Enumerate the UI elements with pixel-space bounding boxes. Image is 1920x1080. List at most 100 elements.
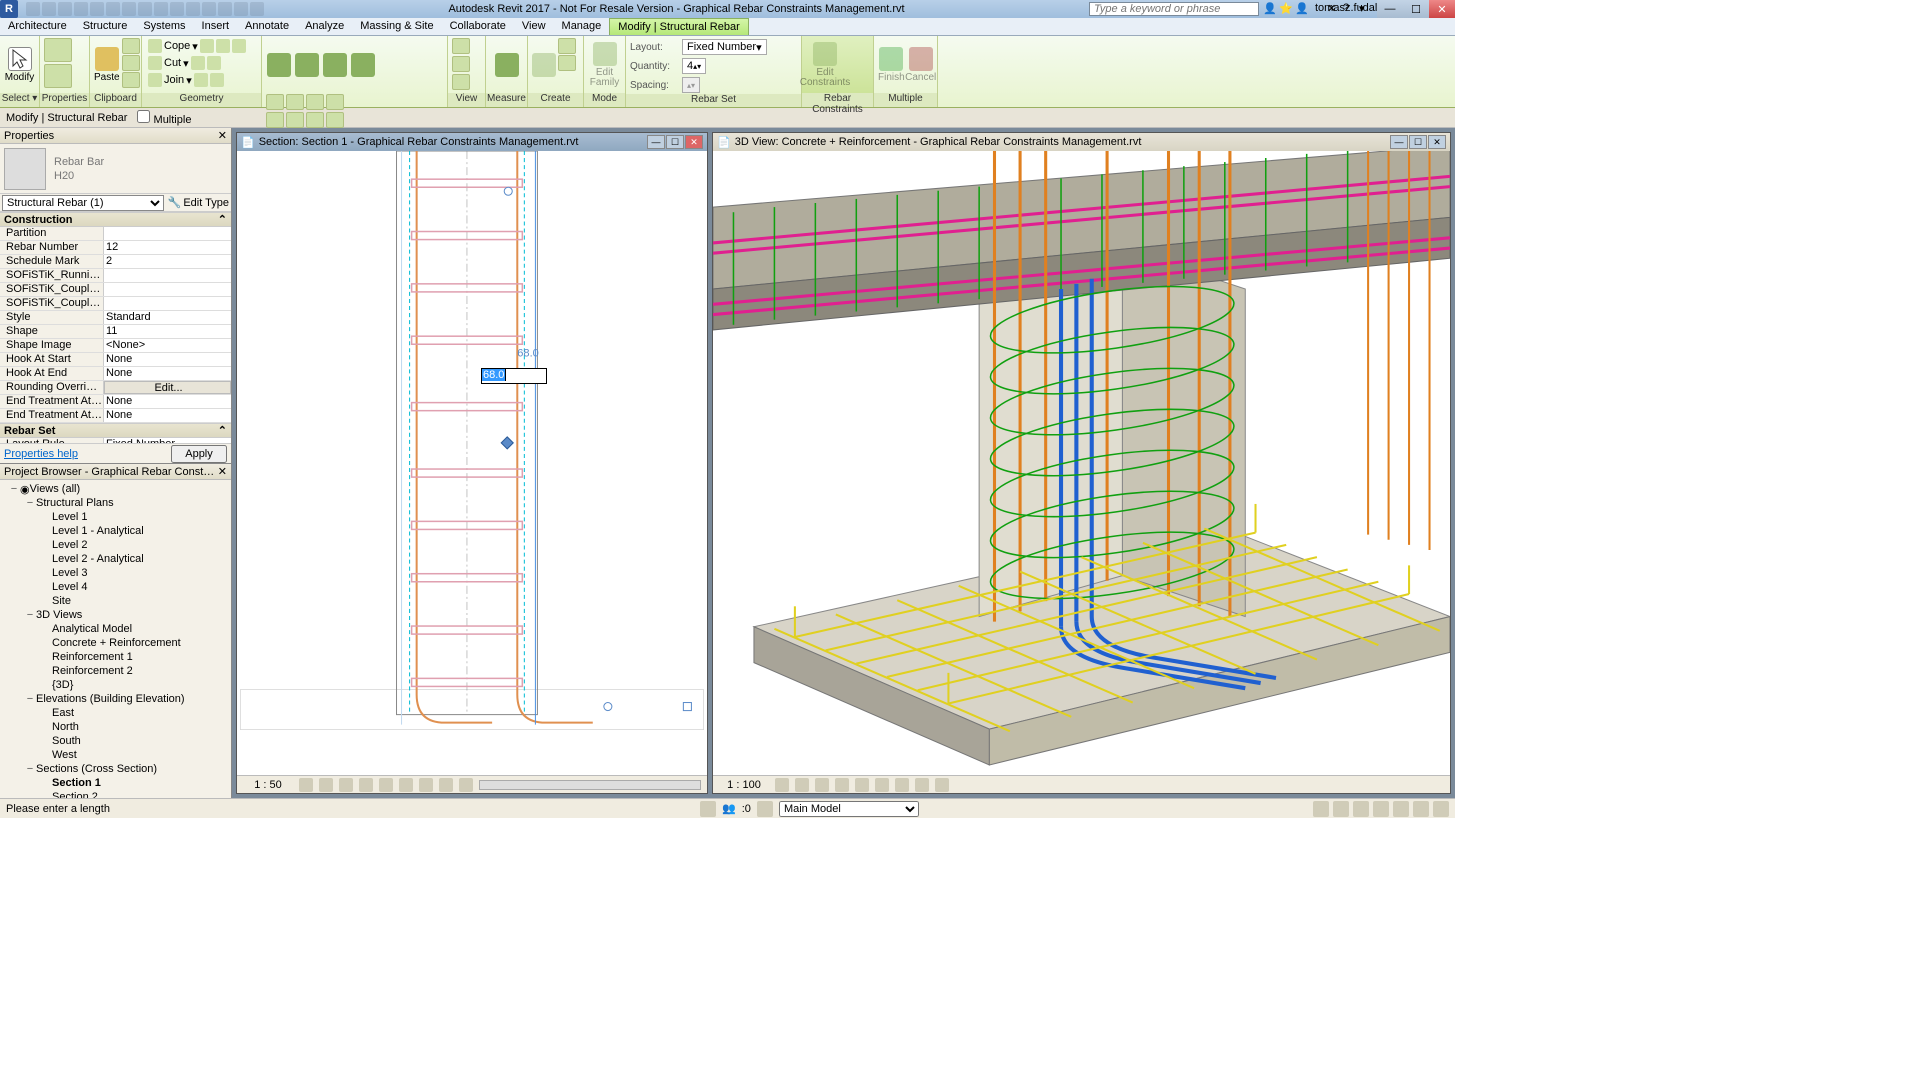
tree-item[interactable]: Concrete + Reinforcement — [0, 636, 231, 650]
crop-region-icon[interactable] — [399, 778, 413, 792]
split-button[interactable] — [326, 94, 344, 110]
create-parts-button[interactable] — [558, 38, 576, 54]
select-face-icon[interactable] — [1373, 801, 1389, 817]
tree-item[interactable]: Section 2 — [0, 790, 231, 798]
property-row[interactable]: SOFiSTiK_Coupler_Re... — [0, 283, 231, 297]
qat-3d-icon[interactable] — [170, 2, 184, 16]
ribbon-tab[interactable]: Modify | Structural Rebar — [609, 18, 748, 35]
property-row[interactable]: Hook At EndNone — [0, 367, 231, 381]
modify-tool-button[interactable]: Modify — [4, 38, 35, 92]
paste-button[interactable]: Paste — [94, 38, 120, 92]
section-scale[interactable]: 1 : 50 — [243, 779, 293, 791]
type-selector[interactable]: Rebar Bar H20 — [0, 144, 231, 194]
ribbon-tab[interactable]: Massing & Site — [352, 18, 441, 35]
favorite-icon[interactable]: ⭐ — [1279, 2, 1293, 16]
3d-scale[interactable]: 1 : 100 — [719, 779, 769, 791]
3d-minimize-button[interactable]: — — [1390, 135, 1408, 149]
match-button[interactable] — [122, 72, 140, 88]
tree-item[interactable]: South — [0, 734, 231, 748]
section-view-canvas[interactable]: 68.0 68.0 — [237, 151, 707, 775]
tree-item[interactable]: Level 1 — [0, 510, 231, 524]
property-row[interactable]: Rebar Number12 — [0, 241, 231, 255]
edit-family-button[interactable]: Edit Family — [588, 38, 621, 92]
qat-close-icon[interactable] — [218, 2, 232, 16]
3d-view-canvas[interactable] — [713, 151, 1450, 775]
property-row[interactable]: Shape Image<None> — [0, 339, 231, 353]
subscription-icon[interactable]: 👤 — [1263, 2, 1277, 16]
ribbon-tab[interactable]: Annotate — [237, 18, 297, 35]
tree-item[interactable]: Level 2 — [0, 538, 231, 552]
detail-level-icon[interactable] — [299, 778, 313, 792]
tree-item[interactable]: Level 3 — [0, 566, 231, 580]
qat-save-icon[interactable] — [42, 2, 56, 16]
view-displace-button[interactable] — [452, 74, 470, 90]
browser-close-button[interactable]: ✕ — [218, 465, 227, 478]
properties-apply-button[interactable]: Apply — [171, 445, 227, 463]
qat-thin-icon[interactable] — [202, 2, 216, 16]
tree-expander-icon[interactable]: − — [24, 609, 36, 621]
minimize-button[interactable]: — — [1377, 0, 1403, 18]
workset-dropdown[interactable]: Main Model — [779, 801, 919, 817]
prop-section-construction[interactable]: Construction⌃ — [0, 212, 231, 227]
visual-style-icon[interactable] — [319, 778, 333, 792]
section-maximize-button[interactable]: ☐ — [666, 135, 684, 149]
property-row[interactable]: Partition — [0, 227, 231, 241]
multiple-checkbox[interactable]: Multiple — [137, 110, 191, 126]
qat-dropdown-icon[interactable] — [250, 2, 264, 16]
ribbon-tab[interactable]: Collaborate — [442, 18, 514, 35]
tree-expander-icon[interactable]: − — [24, 497, 36, 509]
signin-icon[interactable]: 👤 — [1295, 2, 1309, 16]
crop-icon[interactable] — [379, 778, 393, 792]
ribbon-tab[interactable]: Architecture — [0, 18, 75, 35]
3d-crop-icon[interactable] — [875, 778, 889, 792]
property-row[interactable]: Rounding OverridesEdit... — [0, 381, 231, 395]
tree-expander-icon[interactable]: − — [8, 483, 20, 495]
ribbon-tab[interactable]: Structure — [75, 18, 136, 35]
property-row[interactable]: Hook At StartNone — [0, 353, 231, 367]
tree-item[interactable]: North — [0, 720, 231, 734]
tree-item[interactable]: {3D} — [0, 678, 231, 692]
shadows-icon[interactable] — [359, 778, 373, 792]
properties-button[interactable] — [44, 38, 72, 62]
property-row[interactable]: End Treatment At StartNone — [0, 395, 231, 409]
tree-item[interactable]: −Elevations (Building Elevation) — [0, 692, 231, 706]
tree-item[interactable]: East — [0, 706, 231, 720]
tree-item[interactable]: −3D Views — [0, 608, 231, 622]
copy-clipboard-button[interactable] — [122, 55, 140, 71]
align-button[interactable] — [266, 94, 284, 110]
tree-item[interactable]: Level 1 - Analytical — [0, 524, 231, 538]
3d-shadows-icon[interactable] — [835, 778, 849, 792]
tree-item[interactable]: Level 4 — [0, 580, 231, 594]
panel-select-title[interactable]: Select ▾ — [0, 93, 39, 107]
instance-filter-dropdown[interactable]: Structural Rebar (1) — [2, 195, 164, 211]
measure-button[interactable] — [490, 38, 523, 92]
property-row[interactable]: Shape11 — [0, 325, 231, 339]
scale-button[interactable] — [286, 112, 304, 128]
search-input[interactable] — [1089, 2, 1259, 16]
pin-button[interactable] — [306, 112, 324, 128]
select-pinned-icon[interactable] — [1353, 801, 1369, 817]
ribbon-tab[interactable]: View — [514, 18, 554, 35]
exchange-icon[interactable]: ✕ — [1327, 2, 1341, 16]
edit-type-button[interactable]: 🔧Edit Type — [168, 196, 229, 209]
quantity-spinner[interactable]: 4▴▾ — [682, 58, 706, 74]
property-row[interactable]: SOFiSTiK_Coupler_Re... — [0, 297, 231, 311]
cope-button[interactable]: Cope▾ — [146, 38, 256, 54]
dimension-edit-input[interactable]: 68.0 — [481, 368, 547, 384]
cancel-button[interactable]: Cancel — [907, 38, 935, 92]
qat-text-icon[interactable] — [138, 2, 152, 16]
maximize-button[interactable]: ☐ — [1403, 0, 1429, 18]
tree-item[interactable]: Analytical Model — [0, 622, 231, 636]
properties-close-button[interactable]: ✕ — [218, 129, 227, 142]
3d-close-button[interactable]: ✕ — [1428, 135, 1446, 149]
mirror-button[interactable] — [350, 38, 376, 92]
tree-expander-icon[interactable]: − — [24, 763, 36, 775]
move-button[interactable] — [266, 38, 292, 92]
edit-constraints-button[interactable]: Edit Constraints — [806, 38, 844, 92]
property-row[interactable]: End Treatment At EndNone — [0, 409, 231, 423]
tree-item[interactable]: Reinforcement 2 — [0, 664, 231, 678]
filter-icon[interactable] — [1413, 801, 1429, 817]
ribbon-tab[interactable]: Manage — [554, 18, 610, 35]
prop-section-rebar-set[interactable]: Rebar Set⌃ — [0, 423, 231, 438]
layout-dropdown[interactable]: Fixed Number▾ — [682, 39, 767, 55]
